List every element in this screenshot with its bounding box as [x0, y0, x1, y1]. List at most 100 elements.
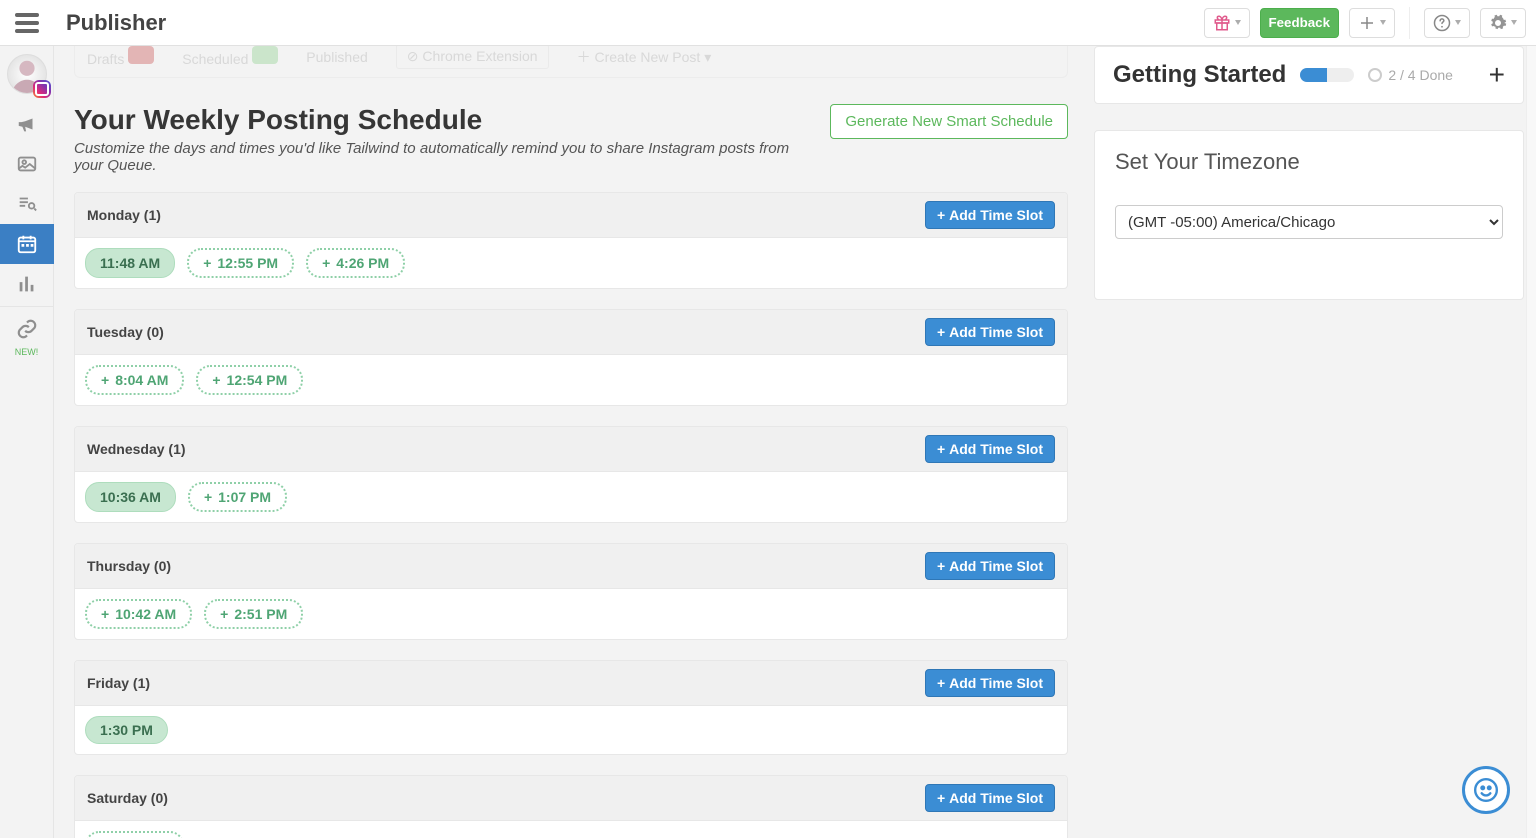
scrollbar[interactable] [1526, 46, 1536, 838]
feedback-label: Feedback [1269, 15, 1331, 30]
chevron-down-icon [1235, 20, 1241, 25]
suggested-time-slot[interactable]: +2:43 PM [85, 831, 184, 838]
getting-started-expand[interactable]: + [1489, 61, 1505, 89]
plus-icon: + [937, 558, 945, 574]
plus-icon: + [220, 606, 228, 622]
page-subtitle: Customize the days and times you'd like … [74, 140, 814, 174]
hamburger-icon [15, 13, 39, 33]
day-title: Thursday (0) [87, 558, 171, 574]
timezone-select[interactable]: (GMT -05:00) America/Chicago [1115, 205, 1503, 239]
help-icon [1433, 14, 1451, 32]
feedback-button[interactable]: Feedback [1260, 8, 1340, 38]
day-slots: 10:36 AM +1:07 PM [75, 472, 1067, 522]
add-time-slot-button[interactable]: + Add Time Slot [925, 552, 1055, 580]
generate-smart-schedule-button[interactable]: Generate New Smart Schedule [830, 104, 1068, 139]
chat-fab[interactable] [1462, 766, 1510, 814]
chevron-down-icon [1455, 20, 1461, 25]
page-title: Your Weekly Posting Schedule [74, 104, 814, 136]
nav-analytics[interactable] [0, 264, 54, 304]
getting-started-title: Getting Started [1113, 61, 1286, 89]
gift-button[interactable] [1204, 8, 1250, 38]
plus-icon: + [937, 675, 945, 691]
time-label: 12:54 PM [227, 372, 288, 388]
day-header: Saturday (0) + Add Time Slot [75, 776, 1067, 821]
time-slot[interactable]: 1:30 PM [85, 716, 168, 744]
suggested-time-slot[interactable]: +4:26 PM [306, 248, 405, 278]
suggested-time-slot[interactable]: +2:51 PM [204, 599, 303, 629]
day-title: Saturday (0) [87, 790, 168, 806]
gear-icon [1489, 14, 1507, 32]
check-icon [1368, 68, 1382, 82]
plus-icon: + [203, 255, 211, 271]
getting-started-progress [1300, 68, 1354, 82]
day-block: Monday (1)+ Add Time Slot 11:48 AM +12:55 … [74, 192, 1068, 289]
time-label: 1:07 PM [218, 489, 271, 505]
chevron-down-icon [1511, 20, 1517, 25]
day-slots: +8:04 AM+12:54 PM [75, 355, 1067, 405]
account-switcher[interactable] [7, 54, 47, 94]
day-block: Wednesday (1) + Add Time Slot 10:36 AM +1:0… [74, 426, 1068, 523]
main-column: Drafts Scheduled Published ⊘ Chrome Exte… [74, 46, 1068, 838]
plus-icon: + [101, 606, 109, 622]
day-title: Friday (1) [87, 675, 150, 691]
topbar: Publisher Feedback [0, 0, 1536, 46]
day-header: Tuesday (0) + Add Time Slot [75, 310, 1067, 355]
time-label: 4:26 PM [336, 255, 389, 271]
day-slots: 11:48 AM+12:55 PM+4:26 PM [75, 238, 1067, 288]
day-block: Saturday (0) + Add Time Slot +2:43 PM [74, 775, 1068, 838]
plus-icon: + [101, 372, 109, 388]
separator [1409, 7, 1410, 39]
time-label: 10:36 AM [100, 489, 161, 505]
day-header: Friday (1) + Add Time Slot [75, 661, 1067, 706]
add-time-slot-button[interactable]: + Add Time Slot [925, 669, 1055, 697]
settings-button[interactable] [1480, 8, 1526, 38]
time-slot[interactable]: 10:36 AM [85, 482, 176, 512]
time-label: 1:30 PM [100, 722, 153, 738]
time-slot[interactable]: 11:48 AM [85, 248, 175, 278]
getting-started-done: 2 / 4 Done [1368, 67, 1453, 83]
suggested-time-slot[interactable]: +10:42 AM [85, 599, 192, 629]
publisher-tabs-disabled: Drafts Scheduled Published ⊘ Chrome Exte… [74, 46, 1068, 78]
suggested-time-slot[interactable]: +12:54 PM [196, 365, 303, 395]
plus-icon: + [937, 324, 945, 340]
suggested-time-slot[interactable]: +12:55 PM [187, 248, 294, 278]
day-block: Tuesday (0)+ Add Time Slot+8:04 AM+12:54… [74, 309, 1068, 406]
menu-toggle[interactable] [0, 0, 54, 46]
day-title: Wednesday (1) [87, 441, 186, 457]
nav-megaphone[interactable] [0, 104, 54, 144]
day-block: Friday (1) + Add Time Slot 1:30 PM [74, 660, 1068, 755]
day-header: Monday (1)+ Add Time Slot [75, 193, 1067, 238]
nav-image[interactable] [0, 144, 54, 184]
time-label: 8:04 AM [115, 372, 168, 388]
time-label: 11:48 AM [100, 255, 160, 271]
page-heading: Publisher [66, 10, 166, 36]
add-time-slot-button[interactable]: + Add Time Slot [925, 784, 1055, 812]
nav-search-list[interactable] [0, 184, 54, 224]
suggested-time-slot[interactable]: +8:04 AM [85, 365, 184, 395]
add-time-slot-button[interactable]: + Add Time Slot [925, 435, 1055, 463]
day-title: Tuesday (0) [87, 324, 164, 340]
time-label: 12:55 PM [217, 255, 278, 271]
plus-icon: + [204, 489, 212, 505]
plus-icon: + [937, 790, 945, 806]
help-button[interactable] [1424, 8, 1470, 38]
chevron-down-icon [1380, 20, 1386, 25]
timezone-title: Set Your Timezone [1115, 149, 1503, 175]
add-time-slot-button[interactable]: + Add Time Slot [925, 318, 1055, 346]
side-column: Getting Started 2 / 4 Done + Set Your Ti… [1094, 46, 1524, 326]
instagram-icon [33, 80, 51, 98]
plus-icon: + [937, 441, 945, 457]
nav-link-tool[interactable] [0, 309, 54, 349]
page: Drafts Scheduled Published ⊘ Chrome Exte… [54, 46, 1536, 838]
day-header: Wednesday (1) + Add Time Slot [75, 427, 1067, 472]
plus-icon: + [322, 255, 330, 271]
add-time-slot-button[interactable]: + Add Time Slot [925, 201, 1055, 229]
gift-icon [1213, 14, 1231, 32]
getting-started-card: Getting Started 2 / 4 Done + [1094, 46, 1524, 104]
suggested-time-slot[interactable]: +1:07 PM [188, 482, 287, 512]
nav-schedule[interactable] [0, 224, 54, 264]
time-label: 2:51 PM [234, 606, 287, 622]
sidenav: NEW! [0, 46, 54, 838]
day-slots: +10:42 AM+2:51 PM [75, 589, 1067, 639]
add-button[interactable] [1349, 8, 1395, 38]
